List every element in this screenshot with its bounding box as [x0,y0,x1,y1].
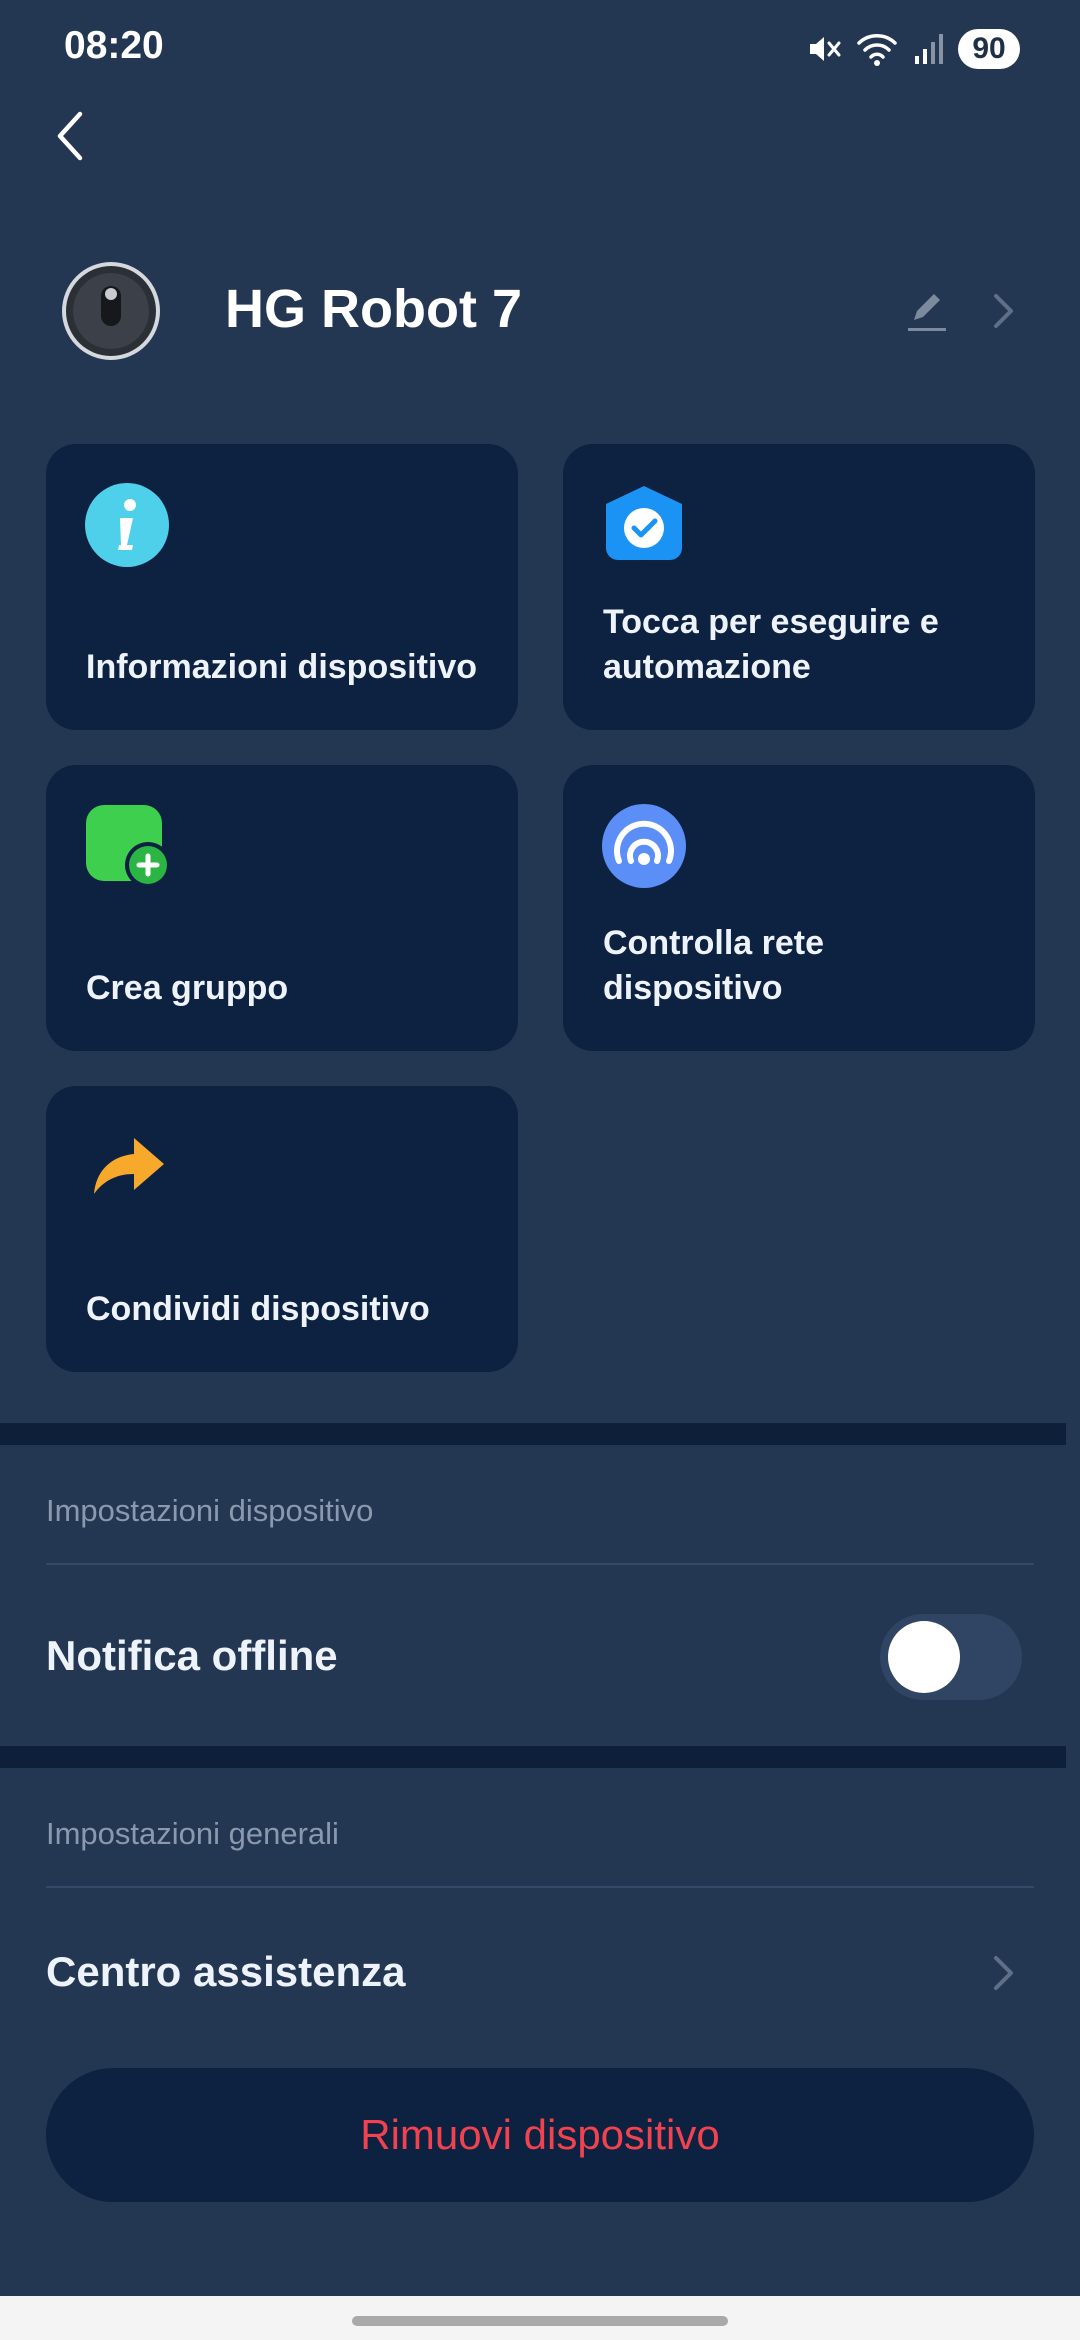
device-name: HG Robot 7 [225,279,522,339]
home-indicator[interactable] [352,2316,728,2326]
signal-icon [915,34,943,64]
card-label: Condividi dispositivo [86,1290,430,1328]
card-device-info[interactable]: Informazioni dispositivo [46,444,518,730]
mute-icon [810,37,841,61]
remove-device-label: Rimuovi dispositivo [360,2111,720,2158]
help-center-label[interactable]: Centro assistenza [46,1948,405,1996]
status-bar: 08:20 90 [0,0,1080,96]
edit-icon[interactable] [904,288,950,334]
card-tap-automation[interactable]: Tocca per eseguire e automazione [563,444,1035,730]
card-label: Informazioni dispositivo [86,648,478,686]
checkmark-shield-icon [606,486,682,560]
battery-icon: 90 [958,29,1020,69]
section-title-general-settings: Impostazioni generali [46,1816,339,1851]
remove-device-button[interactable]: Rimuovi dispositivo [46,2068,1034,2202]
card-check-network[interactable]: Controlla rete dispositivo [563,765,1035,1051]
divider-line [46,1563,1034,1565]
card-label: Tocca per eseguire e automazione [603,603,939,686]
chevron-right-icon[interactable] [988,1950,1018,1996]
card-label: Controlla rete dispositivo [603,924,825,1007]
robot-vacuum-avatar [62,262,160,360]
card-create-group[interactable]: Crea gruppo [46,765,518,1051]
section-divider [0,1746,1066,1768]
share-arrow-icon [94,1138,164,1194]
divider-line [46,1886,1034,1888]
chevron-right-icon[interactable] [988,288,1018,334]
status-icons: 90 [806,26,1020,72]
back-arrow-icon[interactable] [50,108,90,164]
card-label: Crea gruppo [86,969,289,1007]
section-title-device-settings: Impostazioni dispositivo [46,1493,374,1528]
offline-notification-toggle[interactable] [880,1614,1022,1700]
toggle-knob [888,1621,960,1693]
wifi-icon [857,34,897,66]
section-divider [0,1423,1066,1445]
offline-notification-label: Notifica offline [46,1632,338,1679]
status-time: 08:20 [64,24,164,67]
network-check-icon [602,804,686,888]
info-icon [85,483,169,567]
device-header[interactable]: HG Robot 7 [0,250,1080,370]
add-group-icon [86,805,170,888]
card-share-device[interactable]: Condividi dispositivo [46,1086,518,1372]
